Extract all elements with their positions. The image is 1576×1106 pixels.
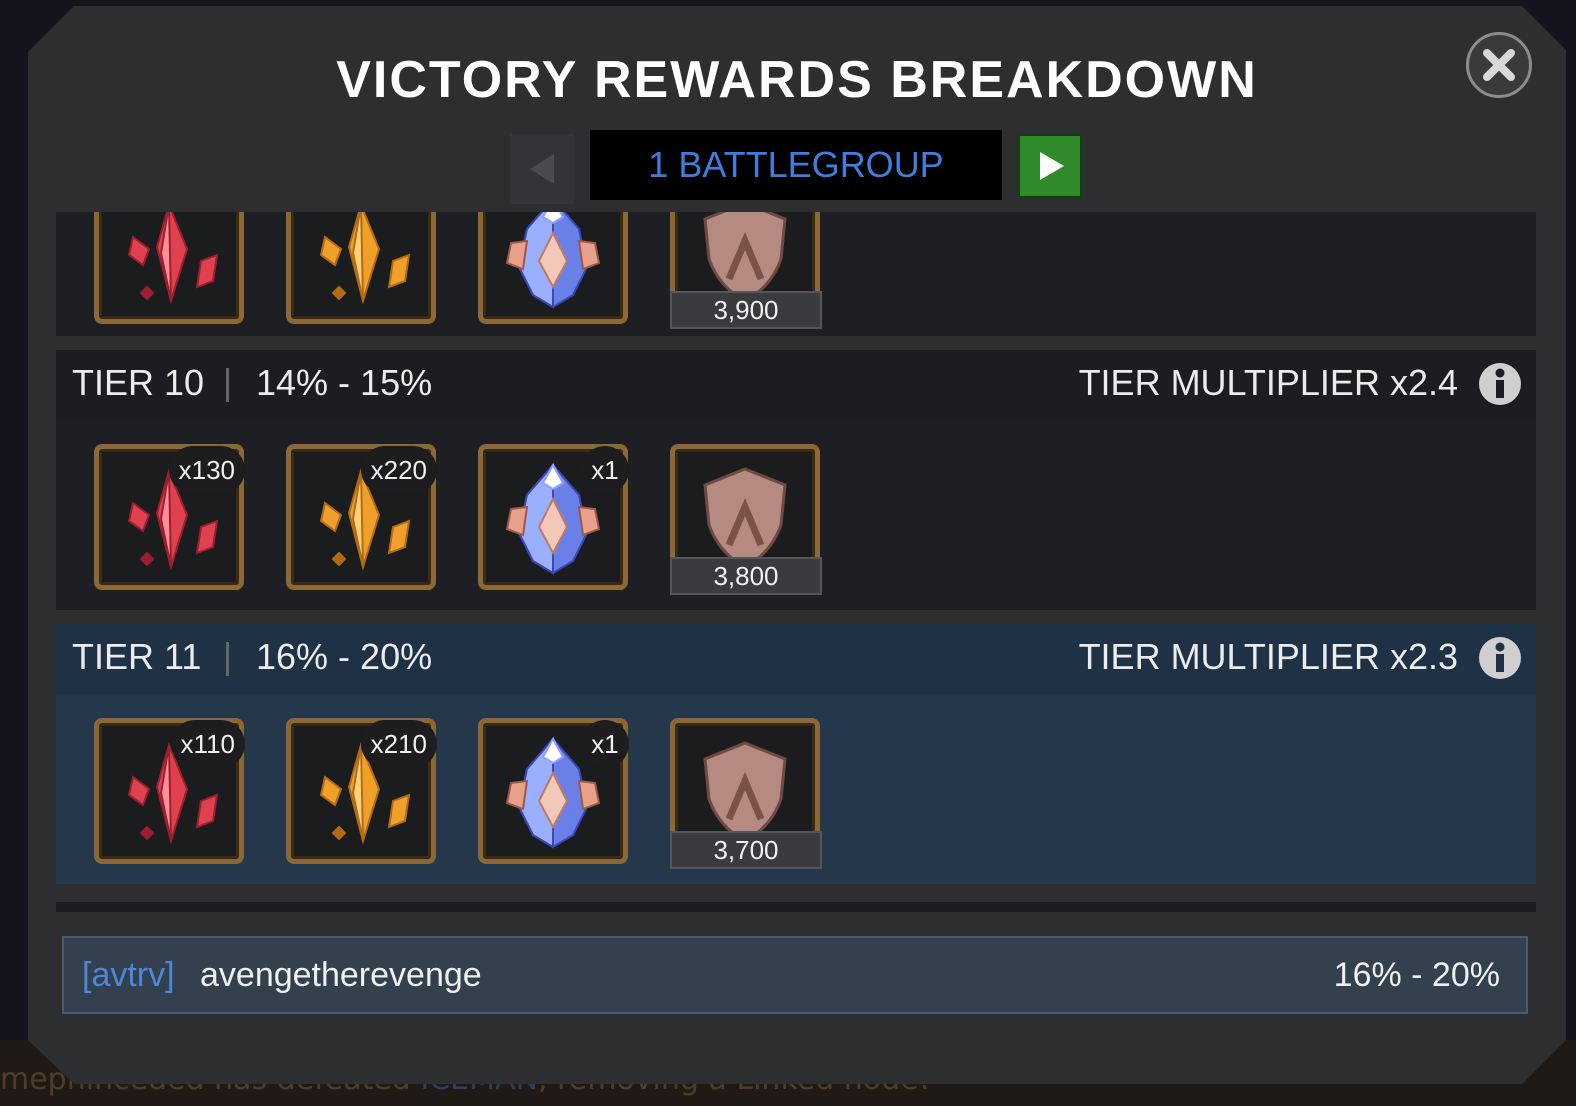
prev-battlegroup-button[interactable]: [510, 134, 574, 204]
reward-shield[interactable]: 3,700: [670, 718, 822, 869]
tier-header: TIER 10 14% - 15% TIER MULTIPLIER x2.4: [56, 350, 1536, 420]
tier-multiplier: TIER MULTIPLIER x2.4: [1078, 362, 1458, 403]
triangle-left-icon: [530, 154, 554, 184]
reward-shield[interactable]: 3,800: [670, 444, 822, 595]
rewards-dialog: VICTORY REWARDS BREAKDOWN 1 BATTLEGROUP …: [28, 6, 1566, 1084]
tier-separator: [226, 642, 229, 676]
gold-crystal-shards-icon: [319, 212, 411, 305]
reward-count: x1: [581, 720, 629, 768]
reward-gold-crystal[interactable]: x220: [286, 444, 437, 590]
reward-count: x130: [168, 446, 245, 494]
blue-crystal-icon: [505, 212, 601, 309]
player-range: 16% - 20%: [1333, 956, 1500, 994]
tier-header: TIER 11 16% - 20% TIER MULTIPLIER x2.3: [56, 624, 1536, 694]
reward-gold-crystal[interactable]: [286, 212, 436, 324]
reward-count: x220: [360, 446, 437, 494]
next-tier-header-partial: [56, 902, 1536, 912]
reward-blue-crystal[interactable]: x1: [478, 444, 629, 590]
shield-value: 3,900: [670, 291, 822, 329]
next-battlegroup-button[interactable]: [1018, 134, 1082, 198]
reward-gold-crystal[interactable]: x210: [286, 718, 437, 864]
tier-list[interactable]: 3,900 TIER 10 14% - 15% TIER MULTIPLIER …: [56, 212, 1536, 912]
shield-value: 3,800: [670, 557, 822, 595]
red-crystal-shards-icon: [127, 212, 219, 305]
player-name: avengetherevenge: [200, 956, 482, 994]
tier-rewards: x110 x210 x1 3,700: [56, 694, 1536, 884]
close-x-icon: [1483, 49, 1515, 81]
reward-red-crystal[interactable]: x130: [94, 444, 245, 590]
shield-value: 3,700: [670, 831, 822, 869]
alliance-tag: [avtrv]: [82, 956, 175, 994]
tier-rewards: x130 x220 x1 3,800: [56, 420, 1536, 610]
reward-red-crystal[interactable]: [94, 212, 244, 324]
battlegroup-selector: 1 BATTLEGROUP: [590, 130, 1002, 200]
tier-label: TIER 11: [72, 636, 202, 677]
player-status-bar: [avtrv] avengetherevenge 16% - 20%: [62, 936, 1528, 1014]
reward-shield[interactable]: 3,900: [670, 212, 822, 329]
reward-blue-crystal[interactable]: [478, 212, 628, 324]
info-icon[interactable]: [1478, 636, 1522, 680]
triangle-right-icon: [1040, 152, 1064, 180]
reward-count: x210: [360, 720, 437, 768]
dialog-title: VICTORY REWARDS BREAKDOWN: [336, 51, 1258, 109]
reward-red-crystal[interactable]: x110: [94, 718, 245, 864]
tier-multiplier: TIER MULTIPLIER x2.3: [1078, 636, 1458, 677]
close-button[interactable]: [1466, 32, 1532, 98]
info-icon[interactable]: [1478, 362, 1522, 406]
tier-range: 16% - 20%: [256, 636, 433, 677]
tier-row-partial: 3,900: [56, 212, 1536, 336]
reward-blue-crystal[interactable]: x1: [478, 718, 629, 864]
tier-separator: [226, 368, 229, 402]
tier-range: 14% - 15%: [256, 362, 433, 403]
reward-count: x1: [581, 446, 629, 494]
reward-count: x110: [170, 720, 245, 768]
tier-label: TIER 10: [72, 362, 205, 403]
